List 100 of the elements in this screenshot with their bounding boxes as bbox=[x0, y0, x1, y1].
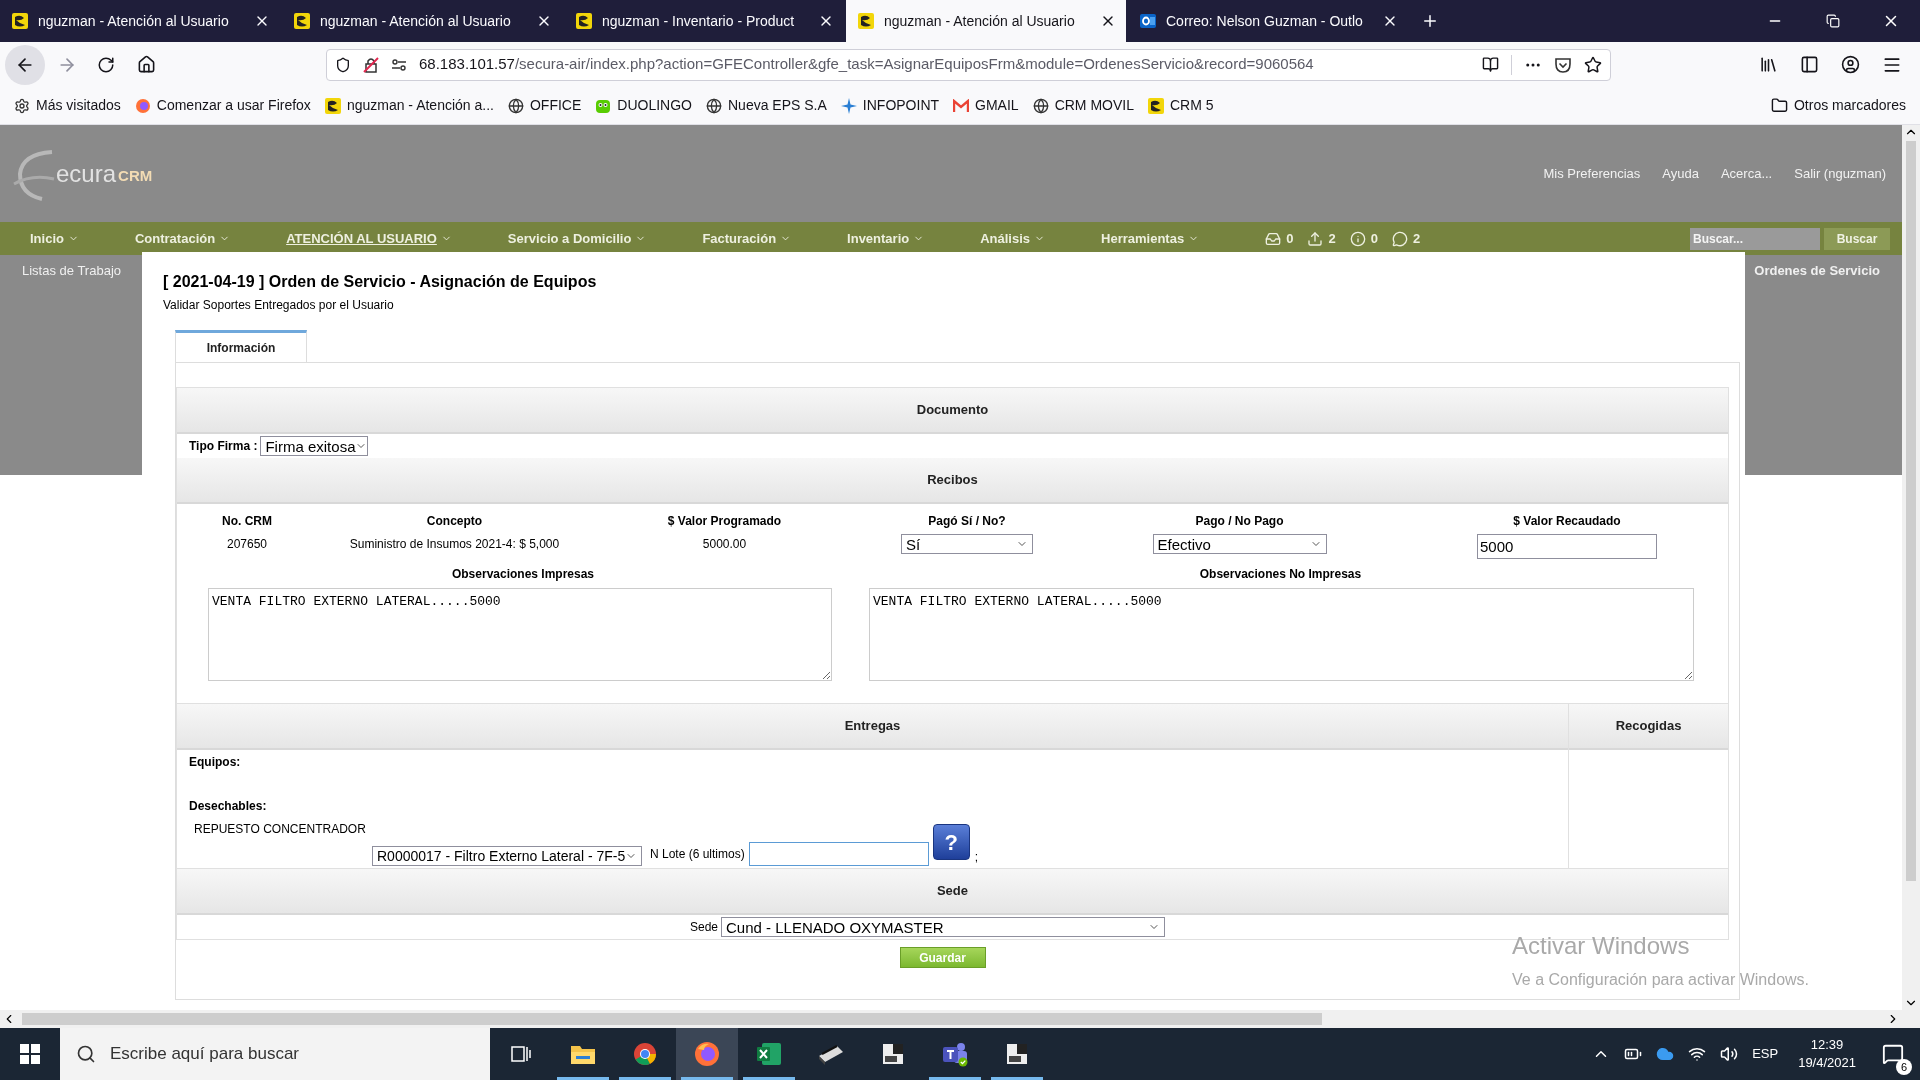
chrome-icon[interactable] bbox=[633, 1042, 657, 1066]
column-header: $ Valor Programado bbox=[666, 513, 783, 530]
table-cell-text: 5000.00 bbox=[701, 536, 748, 553]
bookmark-link[interactable]: CRM 5 bbox=[1148, 95, 1214, 116]
library-icon[interactable] bbox=[1759, 55, 1778, 74]
bookmark-link[interactable]: CRM MOVIL bbox=[1032, 95, 1134, 116]
task-view-icon[interactable] bbox=[511, 1045, 531, 1063]
pocket-icon[interactable] bbox=[1554, 56, 1572, 73]
logo-suffix: CRM bbox=[118, 166, 153, 187]
language-indicator[interactable]: ESP bbox=[1752, 1044, 1779, 1064]
item-name: REPUESTO CONCENTRADOR bbox=[194, 821, 366, 838]
column-header: Pagó Sí / No? bbox=[927, 513, 1007, 530]
section-header: Sede bbox=[936, 882, 969, 901]
bookmark-link[interactable]: OFFICE bbox=[507, 95, 582, 116]
account-icon[interactable] bbox=[1841, 55, 1860, 74]
bookmark-link[interactable]: INFOPOINT bbox=[840, 95, 940, 116]
restore-icon[interactable] bbox=[1826, 14, 1840, 28]
mail-icon bbox=[953, 98, 970, 113]
counter-button[interactable]: 0 bbox=[1265, 228, 1294, 249]
tab[interactable]: Información bbox=[175, 330, 307, 362]
table-cell-text: 207650 bbox=[225, 536, 268, 553]
paid-select[interactable]: Sí bbox=[901, 534, 1033, 554]
column-header: $ Valor Recaudado bbox=[1512, 513, 1622, 530]
upload-icon bbox=[1307, 230, 1324, 247]
menu-item[interactable]: Servicio a Domicilio bbox=[507, 228, 647, 249]
field-label: Equipos: bbox=[189, 754, 242, 771]
table-cell-text: Suministro de Insumos 2021-4: $ 5,000 bbox=[348, 536, 561, 553]
address-bar[interactable]: 68.183.101.57/secura-air/index.php?action=GFEController&gfe_task=AsignarEquiposFrm&module=OrdenesServicio&record=9060564 bbox=[326, 48, 1611, 81]
bookmark-star-icon[interactable] bbox=[1584, 55, 1602, 74]
bookmark-link[interactable]: Comenzar a usar Firefox bbox=[134, 95, 311, 116]
lot-number-field[interactable] bbox=[748, 842, 929, 866]
field-label: Desechables: bbox=[189, 798, 268, 815]
bookmark-link[interactable]: nguzman - Atención a... bbox=[324, 95, 494, 116]
folder-icon[interactable] bbox=[570, 1043, 596, 1065]
counter-button[interactable]: 2 bbox=[1307, 228, 1336, 249]
notifications-icon[interactable] bbox=[1882, 1043, 1904, 1065]
section-header: Recogidas bbox=[1615, 717, 1682, 736]
notes-field[interactable]: VENTA FILTRO EXTERNO LATERAL.....5000 bbox=[869, 588, 1694, 681]
home-icon[interactable] bbox=[137, 55, 156, 74]
menu-item[interactable]: ATENCIÓN AL USUARIO bbox=[286, 228, 452, 249]
field-label: Observaciones No Impresas bbox=[1198, 566, 1363, 583]
menu-item[interactable]: Análisis bbox=[980, 228, 1046, 249]
reader-view-icon[interactable] bbox=[1482, 56, 1499, 73]
menu-item[interactable]: Inventario bbox=[847, 228, 925, 249]
start-icon[interactable] bbox=[20, 1044, 40, 1064]
printer-icon[interactable] bbox=[1005, 1042, 1029, 1066]
logo-icon bbox=[858, 13, 874, 29]
logo-icon bbox=[576, 13, 592, 29]
menu-item[interactable]: Facturación bbox=[702, 228, 792, 249]
scanner-icon[interactable] bbox=[817, 1042, 845, 1066]
bookmark-link[interactable]: Nueva EPS S.A bbox=[706, 95, 827, 116]
taskbar-search[interactable]: Escribe aquí para buscar bbox=[60, 1028, 490, 1080]
sidebar-icon[interactable] bbox=[1800, 55, 1819, 74]
mail-icon bbox=[1140, 13, 1156, 29]
branch-select[interactable]: Cund - LLENADO OXYMASTER bbox=[721, 917, 1165, 937]
folder-icon bbox=[1770, 97, 1788, 114]
signature-type-select[interactable]: Firma exitosa bbox=[260, 436, 369, 456]
payment-select[interactable]: Efectivo bbox=[1152, 534, 1327, 554]
horizontal-scrollbar[interactable] bbox=[0, 1010, 1920, 1028]
field-label: Tipo Firma : bbox=[189, 438, 258, 455]
info-icon bbox=[1349, 230, 1366, 247]
dialog-subtitle: Validar Soportes Entregados por el Usuario bbox=[163, 297, 395, 314]
section-header: Recibos bbox=[927, 471, 978, 490]
counter-button[interactable]: 0 bbox=[1349, 228, 1378, 249]
counter-button[interactable]: 2 bbox=[1391, 228, 1421, 249]
chat-icon bbox=[1391, 230, 1408, 247]
menu-item[interactable]: Inicio bbox=[30, 228, 79, 249]
amount-field[interactable]: 5000 bbox=[1477, 534, 1657, 559]
notes-field[interactable]: VENTA FILTRO EXTERNO LATERAL.....5000 bbox=[208, 588, 832, 681]
clock[interactable]: 12:39 19/4/2021 bbox=[1792, 1036, 1862, 1072]
permissions-icon bbox=[391, 57, 407, 72]
globe-icon bbox=[706, 97, 722, 114]
section-header: Documento bbox=[916, 401, 989, 420]
reload-icon[interactable] bbox=[97, 55, 115, 74]
bookmark-link[interactable]: GMAIL bbox=[953, 95, 1019, 116]
cloud-icon[interactable] bbox=[1656, 1045, 1675, 1063]
column-header: Concepto bbox=[425, 513, 484, 530]
printer-icon[interactable] bbox=[881, 1042, 905, 1066]
item-select[interactable]: R0000017 - Filtro Externo Lateral - 7F-5 bbox=[372, 846, 642, 866]
field-label: Sede bbox=[690, 919, 718, 936]
search-field[interactable]: Buscar... bbox=[1690, 227, 1820, 250]
firefox-icon[interactable] bbox=[694, 1041, 720, 1067]
bookmark-folder[interactable]: Otros marcadores bbox=[1770, 95, 1906, 116]
spreadsheet-icon[interactable] bbox=[756, 1042, 782, 1066]
inbox-icon bbox=[1265, 230, 1282, 247]
globe-icon bbox=[1032, 97, 1049, 114]
bookmark-link[interactable]: Más visitados bbox=[14, 95, 121, 116]
menu-item[interactable]: Herramientas bbox=[1101, 228, 1200, 249]
url-text: 68.183.101.57/secura-air/index.php?action=GFEController&gfe_task=AsignarEquiposFrm&module=OrdenesServicio&record=9060564 bbox=[419, 54, 1315, 75]
bookmark-link[interactable]: DUOLINGO bbox=[595, 95, 692, 116]
new-tab-icon[interactable] bbox=[1421, 12, 1439, 30]
wifi-icon[interactable] bbox=[1688, 1045, 1707, 1063]
teams-icon[interactable] bbox=[941, 1041, 969, 1067]
browser-tab[interactable]: nguzman - Atención al Usuario bbox=[846, 0, 1126, 42]
help-button[interactable]: ? bbox=[932, 824, 970, 860]
notification-count: 6 bbox=[1896, 1059, 1912, 1075]
volume-icon[interactable] bbox=[1720, 1045, 1739, 1063]
menu-item[interactable]: Contratación bbox=[134, 228, 231, 249]
owl-icon bbox=[595, 97, 612, 114]
vertical-scrollbar[interactable] bbox=[1902, 125, 1920, 1010]
